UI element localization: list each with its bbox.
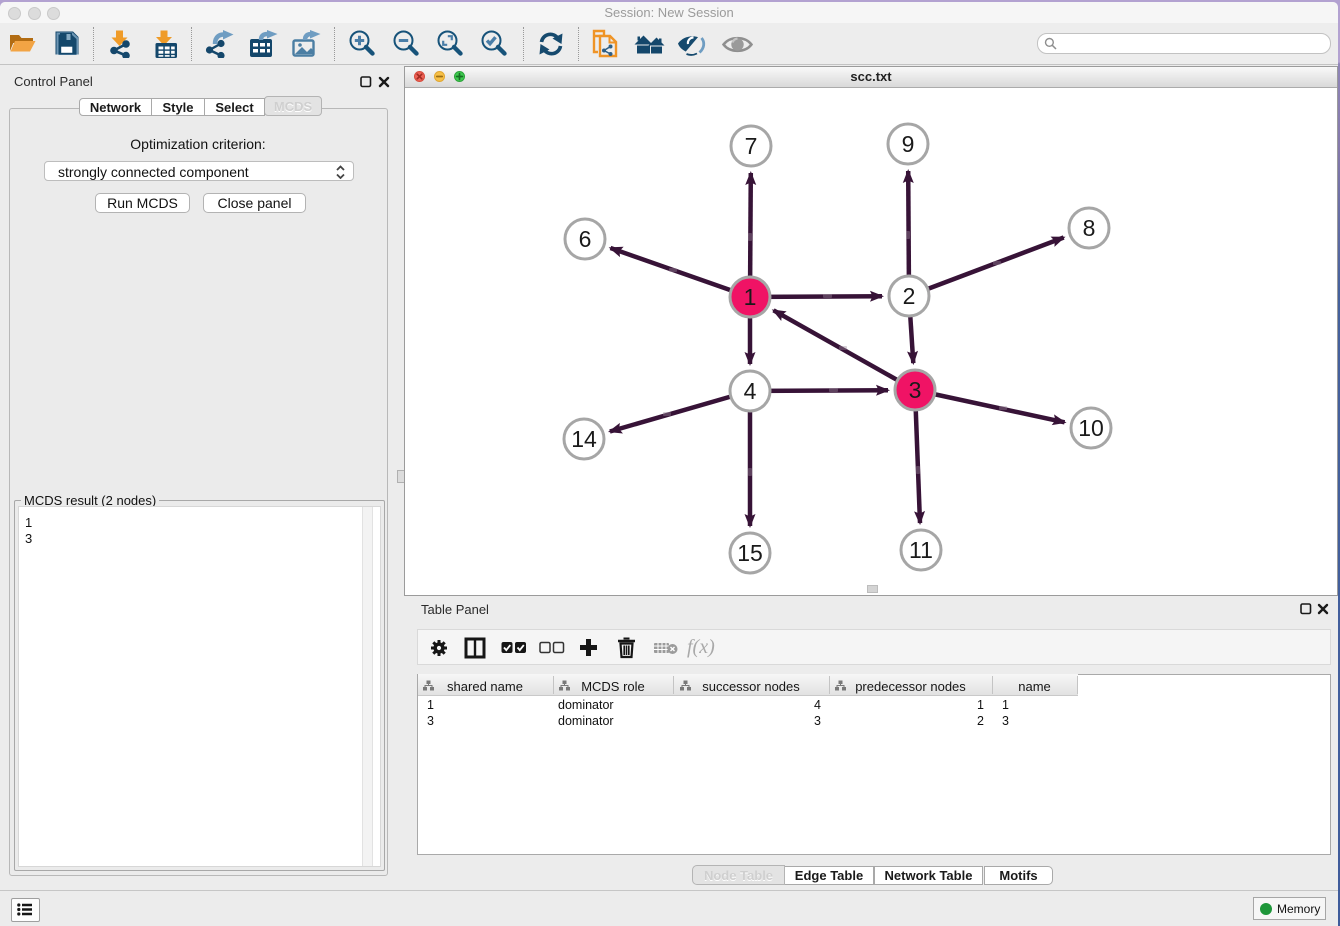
- svg-text:1: 1: [744, 284, 757, 310]
- svg-text:7: 7: [745, 133, 758, 159]
- svg-text:9: 9: [902, 131, 915, 157]
- svg-text:14: 14: [571, 426, 597, 452]
- svg-text:6: 6: [579, 226, 592, 252]
- svg-text:15: 15: [737, 540, 763, 566]
- svg-text:2: 2: [903, 283, 916, 309]
- svg-text:4: 4: [744, 378, 757, 404]
- svg-text:8: 8: [1083, 215, 1096, 241]
- svg-text:10: 10: [1078, 415, 1104, 441]
- svg-text:3: 3: [909, 377, 922, 403]
- svg-text:11: 11: [909, 537, 933, 563]
